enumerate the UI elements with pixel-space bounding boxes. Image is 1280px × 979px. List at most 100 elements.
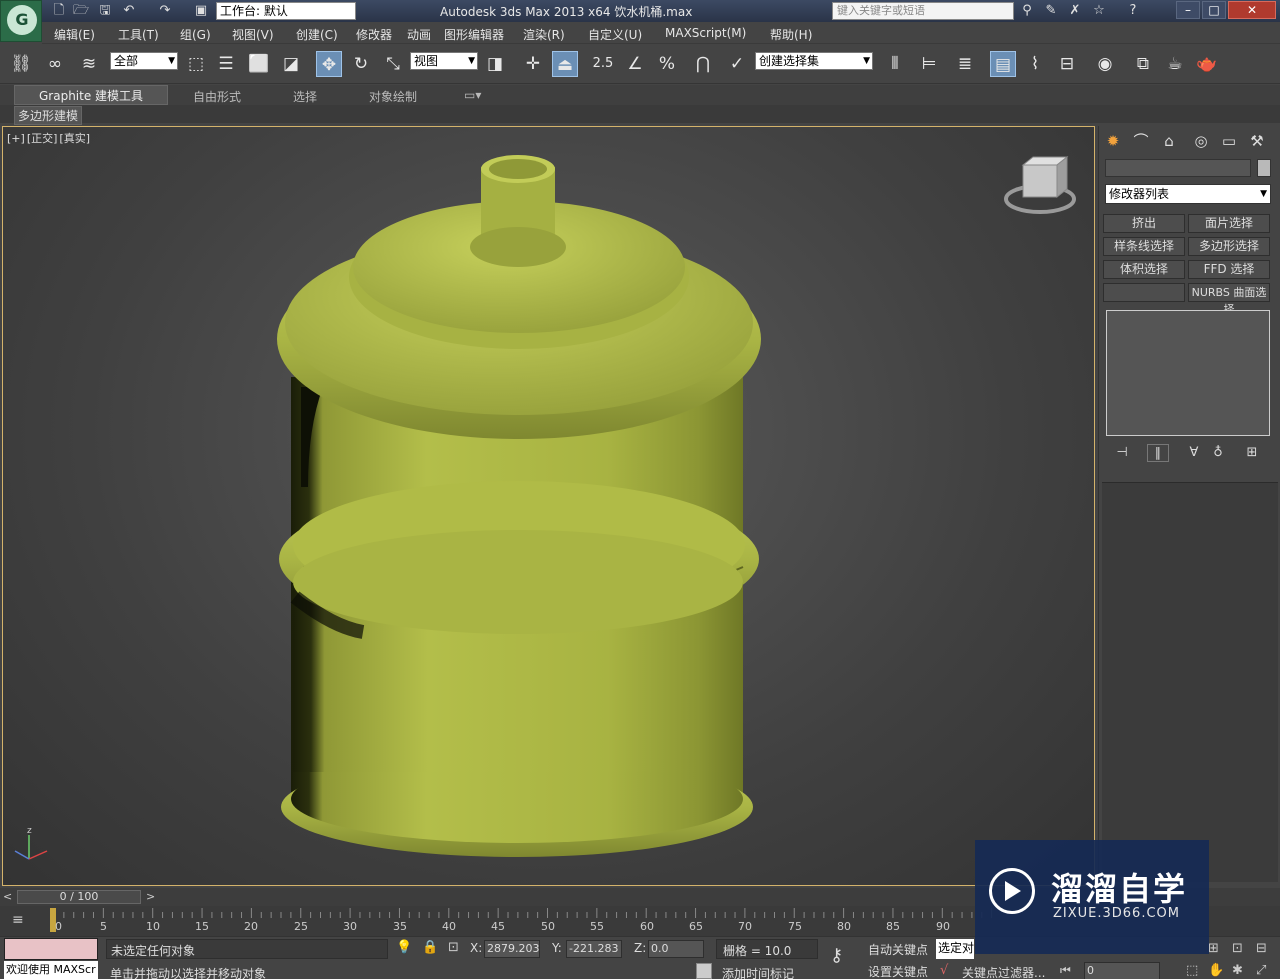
lock-selection-icon[interactable]: 🔒: [422, 940, 438, 955]
close-button[interactable]: ✕: [1228, 1, 1276, 19]
x-coordinate-field[interactable]: 2879.203: [484, 940, 540, 958]
render-production-icon[interactable]: 🫖: [1194, 51, 1220, 77]
workspace-select[interactable]: 工作台: 默认: [216, 2, 356, 20]
curve-editor-icon[interactable]: ⌇: [1022, 51, 1048, 77]
bind-space-warp-icon[interactable]: ≋: [76, 51, 102, 77]
menu-edit[interactable]: 编辑(E): [54, 26, 95, 43]
window-crossing-icon[interactable]: ◪: [278, 51, 304, 77]
polygon-modeling-panel[interactable]: 多边形建模: [14, 106, 83, 125]
minimize-button[interactable]: –: [1176, 1, 1200, 19]
communication-center-icon[interactable]: ✎: [1042, 2, 1060, 20]
key-filters-button[interactable]: 关键点过滤器...: [962, 964, 1045, 979]
perspective-viewport[interactable]: [+] [正交] [真实] z: [2, 126, 1095, 886]
empty-modifier-button[interactable]: [1103, 283, 1185, 302]
undo-icon[interactable]: ↶: [120, 2, 138, 20]
utilities-tab-icon[interactable]: ⚒: [1245, 129, 1269, 153]
align-icon[interactable]: ⊨: [916, 51, 942, 77]
select-scale-icon[interactable]: ⤡: [380, 51, 406, 77]
key-mode-select[interactable]: 选定对: [936, 939, 974, 959]
tab-graphite-modeling[interactable]: Graphite 建模工具: [14, 85, 169, 105]
menu-help[interactable]: 帮助(H): [770, 26, 812, 43]
menu-customize[interactable]: 自定义(U): [588, 26, 642, 43]
set-key-button[interactable]: 设置关键点: [868, 963, 928, 979]
maxscript-listener-color[interactable]: [4, 938, 98, 960]
app-menu-button[interactable]: G: [0, 0, 42, 42]
search-input[interactable]: 键入关键字或短语: [832, 2, 1014, 20]
current-frame-field[interactable]: 0: [1084, 962, 1160, 979]
material-editor-icon[interactable]: ◉: [1092, 51, 1118, 77]
redo-icon[interactable]: ↷: [156, 2, 174, 20]
layer-manager-icon[interactable]: ≣: [952, 51, 978, 77]
zoom-extents-icon[interactable]: ⊡: [1232, 941, 1243, 956]
extrude-button[interactable]: 挤出: [1103, 214, 1185, 233]
water-bucket-model[interactable]: z: [3, 127, 1095, 886]
hierarchy-tab-icon[interactable]: ⌂: [1157, 129, 1181, 153]
select-move-icon[interactable]: ✥: [316, 51, 342, 77]
next-frame-icon[interactable]: >: [146, 890, 155, 903]
tab-object-paint[interactable]: 对象绘制: [369, 88, 417, 105]
angle-snap-icon[interactable]: ∠: [622, 51, 648, 77]
menu-views[interactable]: 视图(V): [232, 26, 274, 43]
mirror-icon[interactable]: ⫴: [882, 51, 908, 77]
isolate-selection-icon[interactable]: 💡: [396, 940, 412, 955]
add-time-tag-button[interactable]: 添加时间标记: [722, 965, 794, 979]
pivot-center-icon[interactable]: ◨: [482, 51, 508, 77]
open-file-icon[interactable]: 🗁: [72, 2, 90, 20]
zoom-icon[interactable]: ⊞: [1208, 941, 1219, 956]
zoom-extents-all-icon[interactable]: ⊟: [1256, 941, 1267, 956]
spline-select-button[interactable]: 样条线选择: [1103, 237, 1185, 256]
percent-snap-icon[interactable]: %: [654, 51, 680, 77]
auto-key-button[interactable]: 自动关键点: [868, 941, 928, 958]
x-icon[interactable]: ✗: [1066, 2, 1084, 20]
modify-tab-icon[interactable]: ⌒: [1129, 129, 1153, 153]
field-of-view-icon[interactable]: ⬚: [1186, 963, 1198, 978]
object-color-swatch[interactable]: [1257, 159, 1271, 177]
help-icon[interactable]: ?: [1124, 2, 1142, 20]
select-manipulate-icon[interactable]: ✛: [520, 51, 546, 77]
project-folder-icon[interactable]: ▣: [192, 2, 210, 20]
orbit-icon[interactable]: ✱: [1232, 963, 1243, 978]
keyboard-shortcut-override-icon[interactable]: ⏏: [552, 51, 578, 77]
set-key-icon[interactable]: ⚷: [830, 945, 843, 966]
menu-create[interactable]: 创建(C): [296, 26, 338, 43]
binoculars-icon[interactable]: ⚲: [1018, 2, 1036, 20]
named-selection-select[interactable]: 创建选择集 ▼: [755, 52, 873, 70]
select-by-name-icon[interactable]: ☰: [213, 51, 239, 77]
menu-maxscript[interactable]: MAXScript(M): [665, 26, 746, 40]
tab-freeform[interactable]: 自由形式: [193, 88, 241, 105]
nurbs-surface-select-button[interactable]: NURBS 曲面选择: [1188, 283, 1270, 316]
menu-modifiers[interactable]: 修改器: [356, 26, 392, 43]
absolute-mode-icon[interactable]: ⊡: [448, 940, 459, 955]
spinner-snap-icon[interactable]: ⋂: [690, 51, 716, 77]
patch-select-button[interactable]: 面片选择: [1188, 214, 1270, 233]
favorites-star-icon[interactable]: ☆: [1090, 2, 1108, 20]
remove-modifier-icon[interactable]: ♁: [1207, 444, 1229, 462]
snap-toggle-icon[interactable]: 2.5: [590, 51, 616, 77]
graphite-toggle-icon[interactable]: ▤: [990, 51, 1016, 77]
make-unique-icon[interactable]: ∀: [1183, 444, 1205, 462]
menu-graph-editors[interactable]: 图形编辑器: [444, 26, 504, 43]
prev-frame-icon[interactable]: <: [3, 890, 12, 903]
pan-view-icon[interactable]: ✋: [1208, 963, 1224, 978]
save-icon[interactable]: 🖫: [96, 2, 114, 20]
motion-tab-icon[interactable]: ◎: [1189, 129, 1213, 153]
show-end-result-icon[interactable]: ∥: [1147, 444, 1169, 462]
link-icon[interactable]: ⛓: [8, 51, 34, 77]
menu-tools[interactable]: 工具(T): [118, 26, 159, 43]
selection-filter-select[interactable]: 全部 ▼: [110, 52, 178, 70]
rect-selection-region-icon[interactable]: ⬜: [246, 51, 272, 77]
select-rotate-icon[interactable]: ↻: [348, 51, 374, 77]
tab-selection[interactable]: 选择: [293, 88, 317, 105]
display-tab-icon[interactable]: ▭: [1217, 129, 1241, 153]
menu-rendering[interactable]: 渲染(R): [523, 26, 565, 43]
modifier-list-select[interactable]: 修改器列表 ▼: [1105, 184, 1271, 204]
configure-modifier-sets-icon[interactable]: ⊞: [1241, 444, 1263, 462]
time-slider-thumb[interactable]: 0 / 100: [17, 890, 141, 904]
schematic-view-icon[interactable]: ⊟: [1054, 51, 1080, 77]
pin-stack-icon[interactable]: ⊣: [1111, 444, 1133, 462]
ribbon-options-icon[interactable]: ▭▾: [464, 88, 481, 102]
select-object-icon[interactable]: ⬚: [183, 51, 209, 77]
create-tab-icon[interactable]: ✹: [1101, 129, 1125, 153]
edit-named-selection-icon[interactable]: ✓: [724, 51, 750, 77]
maxscript-mini-listener[interactable]: 欢迎使用 MAXScr: [4, 961, 98, 979]
